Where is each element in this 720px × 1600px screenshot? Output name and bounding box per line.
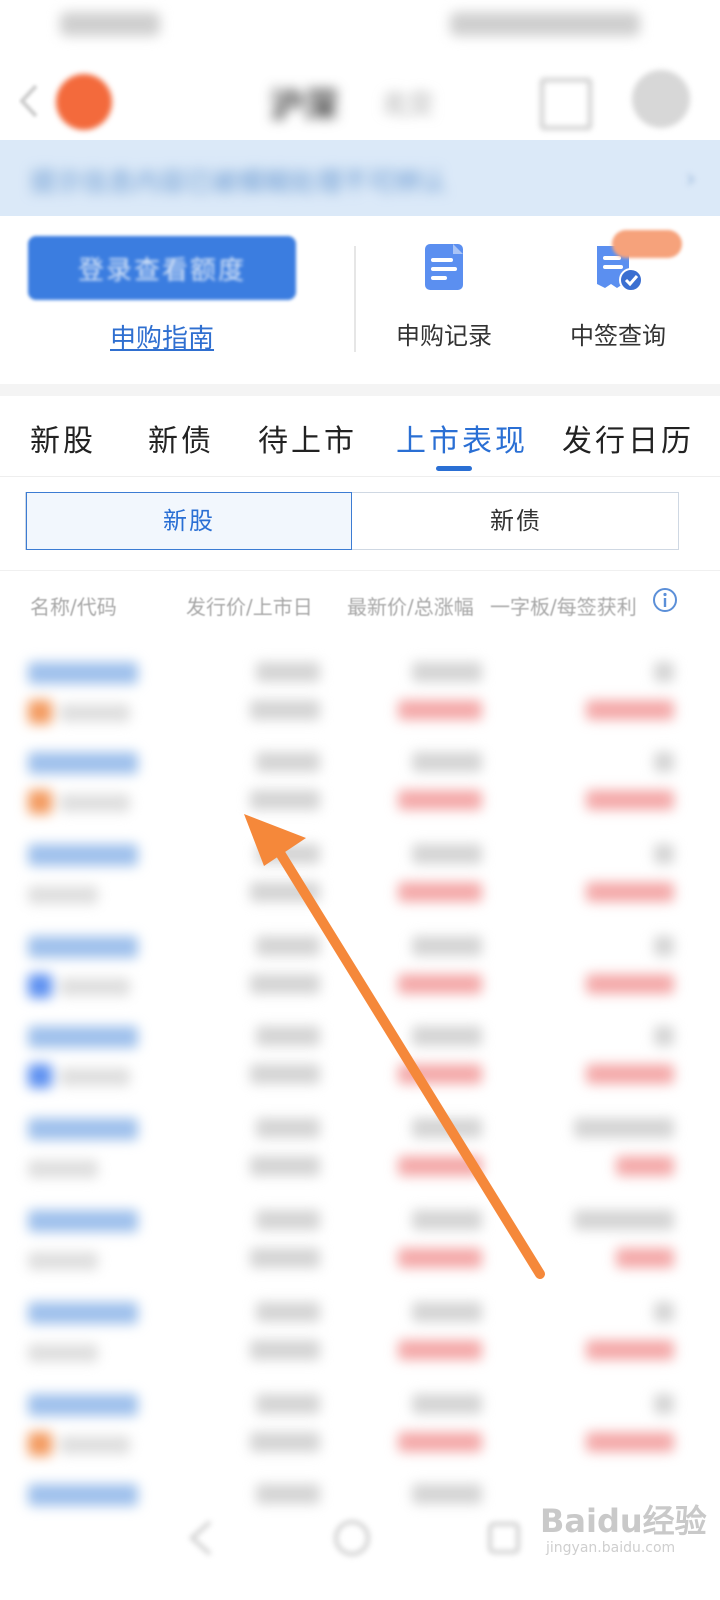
watermark-logo: Baidu经验 — [540, 1502, 707, 1540]
table-row[interactable] — [0, 1380, 720, 1470]
lottery-query-button[interactable]: 中签查询 — [548, 242, 688, 362]
app-header: 沪深 北交 — [0, 60, 720, 140]
nav-recents-icon[interactable] — [482, 1516, 526, 1560]
subscription-record-label: 申购记录 — [396, 322, 492, 350]
page-title: 沪深 — [270, 86, 338, 126]
table-body — [0, 634, 720, 1534]
tab-new-bonds[interactable]: 新债 — [148, 416, 214, 460]
status-bar — [0, 0, 720, 50]
table-row[interactable] — [0, 1012, 720, 1102]
segment-new-stocks[interactable]: 新股 — [26, 492, 352, 550]
back-icon[interactable] — [18, 82, 40, 120]
table-row[interactable] — [0, 1104, 720, 1194]
active-tab-indicator — [436, 466, 472, 471]
watermark: Baidu经验 jingyan.baidu.com — [540, 1496, 710, 1570]
subscription-record-button[interactable]: 申购记录 — [374, 242, 514, 362]
app-logo — [56, 74, 112, 130]
column-header-issue-price-date[interactable]: 发行价/上市日 — [186, 591, 313, 620]
segment-new-bonds[interactable]: 新债 — [354, 493, 678, 549]
status-badge — [612, 230, 682, 258]
tab-listing-performance[interactable]: 上市表现 — [396, 416, 528, 460]
nav-back-icon[interactable] — [180, 1516, 224, 1560]
column-header-limit-profit[interactable]: 一字板/每签获利 — [490, 591, 637, 620]
segment-control: 新股 新债 — [25, 492, 679, 550]
tab-pending-listing[interactable]: 待上市 — [258, 416, 357, 460]
document-icon — [425, 244, 463, 290]
watermark-url: jingyan.baidu.com — [546, 1540, 676, 1556]
login-quota-button[interactable]: 登录查看额度 — [28, 236, 296, 300]
divider — [354, 246, 356, 352]
table-row[interactable] — [0, 1196, 720, 1286]
notice-bar[interactable]: 提示信息内容已被模糊处理不可辨认 › — [0, 140, 720, 216]
tab-new-stocks[interactable]: 新股 — [30, 416, 96, 460]
notice-text: 提示信息内容已被模糊处理不可辨认 — [30, 168, 447, 198]
chevron-right-icon: › — [685, 164, 696, 194]
nav-home-icon[interactable] — [330, 1516, 374, 1560]
lottery-query-label: 中签查询 — [570, 322, 666, 350]
table-row[interactable] — [0, 648, 720, 738]
avatar[interactable] — [632, 70, 690, 128]
main-tabs: 新股 新债 待上市 上市表现 发行日历 — [0, 396, 720, 477]
share-icon[interactable] — [540, 78, 592, 130]
info-icon[interactable] — [652, 587, 678, 613]
table-row[interactable] — [0, 738, 720, 828]
table-row[interactable] — [0, 830, 720, 920]
table-header: 名称/代码 发行价/上市日 最新价/总涨幅 一字板/每签获利 — [0, 570, 720, 635]
table-row[interactable] — [0, 922, 720, 1012]
quick-panel: 登录查看额度 申购指南 申购记录 中签查询 — [0, 216, 720, 384]
page-subtitle: 北交 — [382, 90, 435, 120]
column-header-latest-price-gain[interactable]: 最新价/总涨幅 — [347, 591, 474, 620]
section-gap — [0, 384, 720, 396]
column-header-name-code[interactable]: 名称/代码 — [30, 591, 117, 620]
subscription-guide-link[interactable]: 申购指南 — [110, 318, 214, 355]
tab-issue-calendar[interactable]: 发行日历 — [562, 416, 694, 460]
table-row[interactable] — [0, 1288, 720, 1378]
